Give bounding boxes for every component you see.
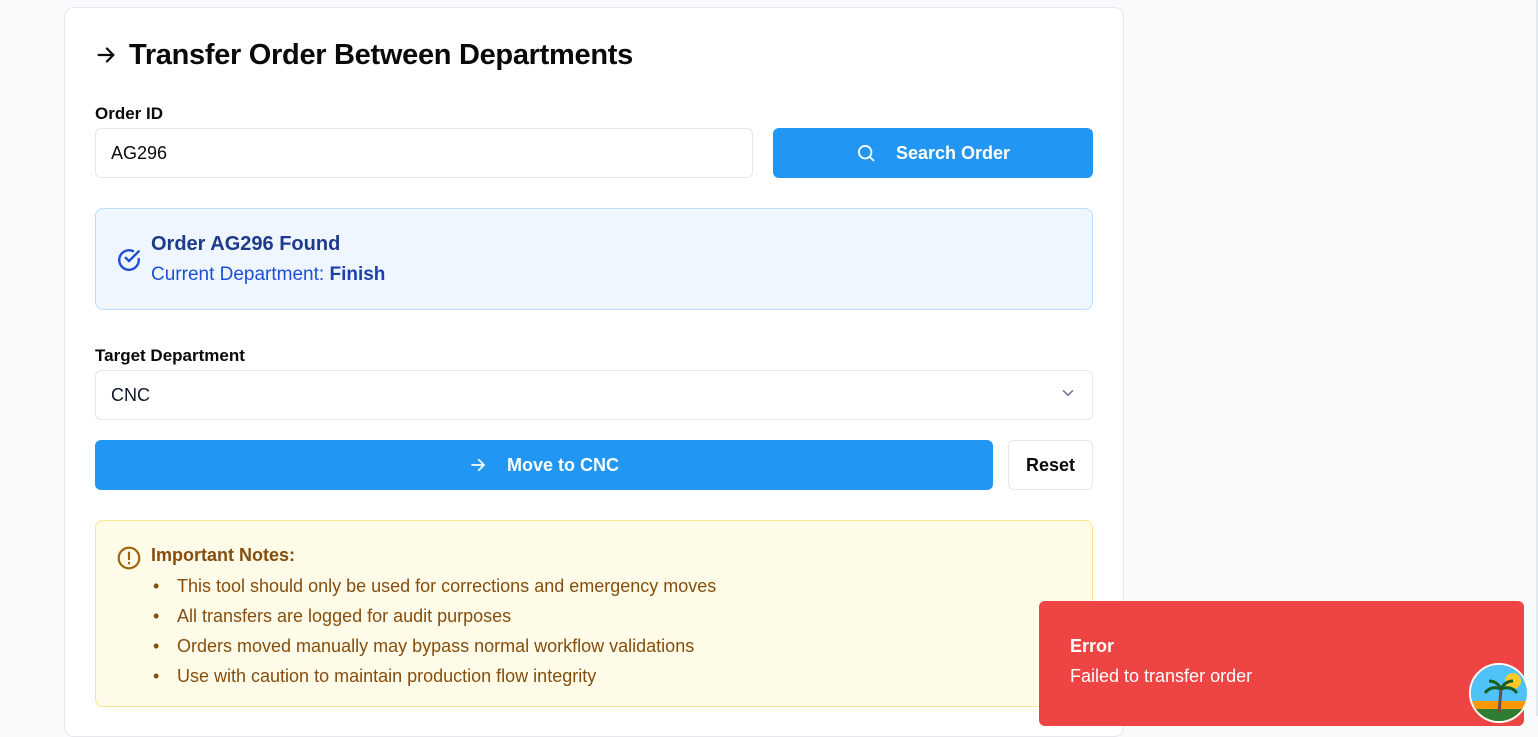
target-department-select[interactable]: CNC xyxy=(95,370,1093,420)
search-order-button[interactable]: Search Order xyxy=(773,128,1093,178)
page-header: Transfer Order Between Departments xyxy=(95,38,633,72)
list-item: Use with caution to maintain production … xyxy=(151,665,716,695)
current-department-value: Finish xyxy=(329,264,386,285)
toast-message: Failed to transfer order xyxy=(1070,666,1253,686)
order-found-title: Order AG296 Found xyxy=(151,233,341,255)
chevron-down-icon xyxy=(1059,384,1077,407)
move-button[interactable]: Move to CNC xyxy=(95,440,993,490)
arrow-right-icon xyxy=(95,44,117,66)
list-item: This tool should only be used for correc… xyxy=(151,575,716,605)
target-department-value: CNC xyxy=(111,384,150,405)
error-toast[interactable]: Error Failed to transfer order xyxy=(1039,601,1524,726)
list-item: Orders moved manually may bypass normal … xyxy=(151,635,716,665)
search-icon xyxy=(856,143,876,163)
important-notes-panel: Important Notes: This tool should only b… xyxy=(95,520,1093,707)
current-department-label: Current Department: xyxy=(151,264,325,285)
order-id-input[interactable]: AG296 xyxy=(95,128,753,178)
check-circle-icon xyxy=(116,247,142,278)
order-found-panel: Order AG296 Found Current Department: Fi… xyxy=(95,208,1093,310)
reset-button[interactable]: Reset xyxy=(1008,440,1093,490)
arrow-right-icon xyxy=(469,456,487,474)
move-button-label: Move to CNC xyxy=(507,454,619,475)
target-department-label: Target Department xyxy=(95,346,245,365)
toast-title: Error xyxy=(1070,636,1115,656)
notes-list: This tool should only be used for correc… xyxy=(151,575,716,695)
current-department: Current Department: Finish xyxy=(151,264,385,286)
search-order-button-label: Search Order xyxy=(895,142,1011,163)
list-item: All transfers are logged for audit purpo… xyxy=(151,605,716,635)
order-id-label: Order ID xyxy=(95,104,164,123)
notes-title: Important Notes: xyxy=(151,545,295,565)
avatar[interactable] xyxy=(1469,663,1529,723)
alert-circle-icon xyxy=(116,545,142,576)
page-title: Transfer Order Between Departments xyxy=(129,38,633,71)
